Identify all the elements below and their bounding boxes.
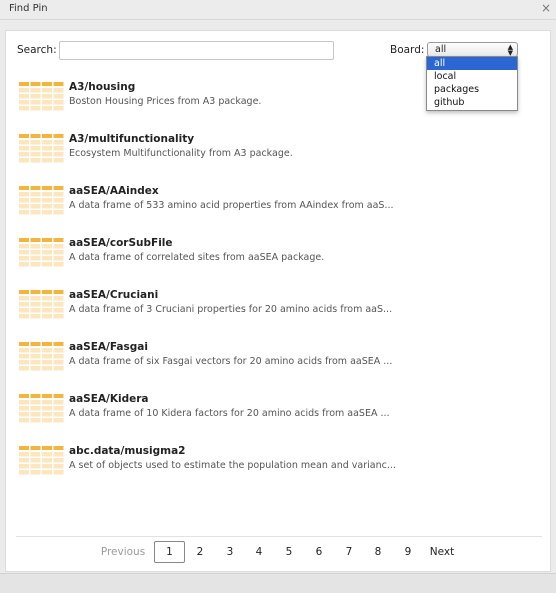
pin-description: Boston Housing Prices from A3 package. [69,96,262,107]
page-button-8[interactable]: 8 [368,541,388,563]
list-item[interactable]: A3/multifunctionality Ecosystem Multifun… [6,127,552,171]
pin-description: A data frame of 10 Kidera factors for 20… [69,408,390,419]
pin-description: A data frame of correlated sites from aa… [69,252,325,263]
select-arrows-icon: ▲ ▼ [507,43,513,57]
table-icon [19,82,64,111]
board-option-packages[interactable]: packages [427,83,517,96]
board-option-github[interactable]: github [427,96,517,109]
pin-name: aaSEA/Kidera [69,393,149,405]
page-button-7[interactable]: 7 [339,541,359,563]
pin-description: Ecosystem Multifunctionality from A3 pac… [69,148,293,159]
pin-description: A set of objects used to estimate the po… [69,460,396,471]
previous-page-button[interactable]: Previous [98,541,148,563]
page-button-5[interactable]: 5 [279,541,299,563]
search-input[interactable] [59,41,334,60]
list-item[interactable]: aaSEA/Kidera A data frame of 10 Kidera f… [6,387,552,431]
pin-name: aaSEA/AAindex [69,185,159,197]
pin-description: A data frame of 3 Cruciani properties fo… [69,304,393,315]
table-icon [19,238,64,267]
pin-name: aaSEA/Fasgai [69,341,148,353]
board-option-local[interactable]: local [427,70,517,83]
list-item[interactable]: aaSEA/Cruciani A data frame of 3 Crucian… [6,283,552,327]
page-button-3[interactable]: 3 [220,541,240,563]
pin-name: aaSEA/corSubFile [69,237,173,249]
table-icon [19,342,64,371]
list-item[interactable]: aaSEA/Fasgai A data frame of six Fasgai … [6,335,552,379]
pin-name: A3/housing [69,81,136,93]
pin-name: abc.data/musigma2 [69,445,186,457]
pin-name: aaSEA/Cruciani [69,289,159,301]
table-icon [19,290,64,319]
find-pin-dialog: Search: Board: all ▲ ▼ all local packages… [5,30,551,572]
list-item[interactable]: aaSEA/corSubFile A data frame of correla… [6,231,552,275]
page-button-1[interactable]: 1 [154,541,185,563]
page-button-9[interactable]: 9 [398,541,418,563]
title-bar: Find Pin × [0,0,556,20]
list-item[interactable]: aaSEA/AAindex A data frame of 533 amino … [6,179,552,223]
board-dropdown: all local packages github [426,56,518,111]
table-icon [19,394,64,423]
window-title: Find Pin [9,3,48,14]
table-icon [19,134,64,163]
board-option-all[interactable]: all [427,57,517,70]
board-select-value: all [435,44,447,55]
board-select[interactable]: all ▲ ▼ [427,42,518,57]
search-label: Search: [17,44,57,56]
list-item[interactable]: abc.data/musigma2 A set of objects used … [6,439,552,483]
board-label: Board: [390,44,425,56]
divider [16,536,542,537]
page-button-4[interactable]: 4 [249,541,269,563]
close-icon[interactable]: × [541,1,551,15]
table-icon [19,446,64,475]
pin-name: A3/multifunctionality [69,133,195,145]
table-icon [19,186,64,215]
page-button-2[interactable]: 2 [190,541,210,563]
pin-description: A data frame of 533 amino acid propertie… [69,200,394,211]
page-button-6[interactable]: 6 [309,541,329,563]
pin-description: A data frame of six Fasgai vectors for 2… [69,356,393,367]
bottom-bar [0,573,556,593]
pagination: Previous 1 2 3 4 5 6 7 8 9 Next [6,541,552,563]
next-page-button[interactable]: Next [426,541,458,563]
